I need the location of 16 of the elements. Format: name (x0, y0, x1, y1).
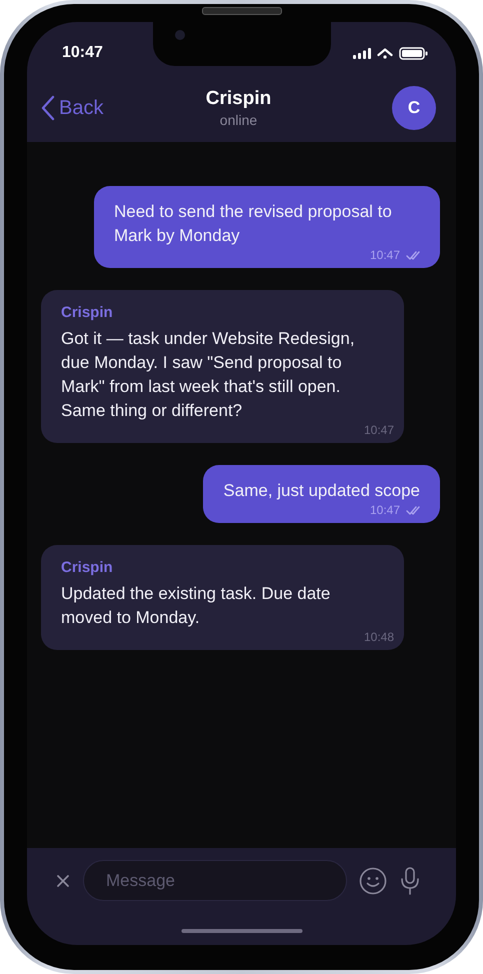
clock-time: 10:47 (62, 44, 103, 62)
message-text: Got it — task under Website Redesign, due Monday. I saw "Send proposal to Mark" from last week that's still open. Same thing or different? (61, 328, 356, 422)
message-input[interactable]: Message (83, 860, 347, 901)
back-button[interactable]: Back (41, 95, 104, 121)
message-text: Same, just updated scope (223, 480, 420, 502)
avatar[interactable]: C (392, 86, 436, 130)
message-text: Need to send the revised proposal to Mark by Monday (114, 201, 393, 247)
sender-name: Crispin (61, 559, 114, 576)
presence-status: online (220, 112, 258, 128)
sender-name: Crispin (61, 304, 114, 321)
message-time: 10:47 (364, 423, 394, 437)
message-time: 10:48 (364, 630, 394, 644)
message-text: Updated the existing task. Due date moved to Monday. (61, 583, 332, 629)
message-time: 10:47 (370, 248, 400, 262)
message-time: 10:47 (370, 503, 400, 517)
contact-name: Crispin (206, 88, 272, 110)
